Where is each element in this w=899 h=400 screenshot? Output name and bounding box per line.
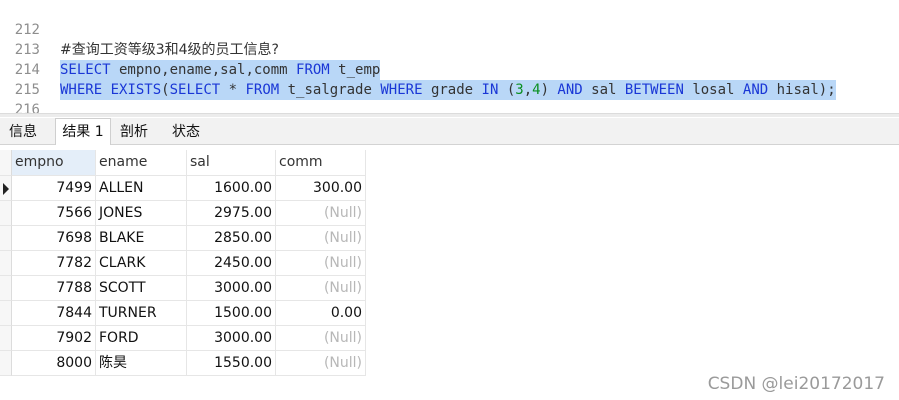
cell-sal[interactable]: 2850.00 [187,226,276,251]
cell-empno[interactable]: 7788 [12,276,96,301]
cell-ename[interactable]: SCOTT [96,276,187,301]
cell-ename[interactable]: JONES [96,201,187,226]
cell-ename[interactable]: BLAKE [96,226,187,251]
tab-status[interactable]: 状态 [163,120,209,145]
cell-comm[interactable]: 0.00 [276,301,366,326]
code-line-213[interactable]: 213 SELECT empno,ename,sal,comm FROM t_e… [0,20,899,80]
tab-profile[interactable]: 剖析 [111,120,157,145]
sql-editor[interactable]: 212 #查询工资等级3和4级的员工信息? 213 SELECT empno,e… [0,0,899,118]
cell-empno[interactable]: 7698 [12,226,96,251]
cell-comm[interactable]: (Null) [276,226,366,251]
result-tabbar: 信息 结果 1 剖析 状态 [0,118,899,145]
cell-empno[interactable]: 7902 [12,326,96,351]
row-selector[interactable] [0,176,12,201]
code-line-212[interactable]: 212 #查询工资等级3和4级的员工信息? [0,0,899,58]
cell-ename[interactable]: CLARK [96,251,187,276]
line-number: 216 [14,102,40,118]
cell-ename[interactable]: 陈昊 [96,351,187,376]
row-selector[interactable] [0,351,12,376]
cell-sal[interactable]: 3000.00 [187,326,276,351]
tab-result-1[interactable]: 结果 1 [55,118,111,145]
cell-ename[interactable]: FORD [96,326,187,351]
cell-comm[interactable]: (Null) [276,326,366,351]
cell-empno[interactable]: 7844 [12,301,96,326]
cell-sal[interactable]: 2450.00 [187,251,276,276]
cell-empno[interactable]: 7782 [12,251,96,276]
cell-sal[interactable]: 2975.00 [187,201,276,226]
cell-empno[interactable]: 7566 [12,201,96,226]
row-selector[interactable] [0,226,12,251]
row-selector[interactable] [0,276,12,301]
cell-comm[interactable]: (Null) [276,276,366,301]
editor-splitter[interactable] [0,113,899,117]
csdn-watermark: CSDN @lei20172017 [707,374,885,394]
code-line-214[interactable]: 214 WHERE EXISTS(SELECT * FROM t_salgrad… [0,40,899,100]
cell-sal[interactable]: 3000.00 [187,276,276,301]
cell-comm[interactable]: 300.00 [276,176,366,201]
grid-corner [0,150,12,176]
cell-comm[interactable]: (Null) [276,351,366,376]
cell-sal[interactable]: 1500.00 [187,301,276,326]
cell-ename[interactable]: TURNER [96,301,187,326]
column-header-empno[interactable]: empno [12,150,96,176]
cell-sal[interactable]: 1550.00 [187,351,276,376]
row-selector[interactable] [0,326,12,351]
code-line-215[interactable]: 215 [0,60,899,98]
column-header-ename[interactable]: ename [96,150,187,176]
cell-ename[interactable]: ALLEN [96,176,187,201]
column-header-comm[interactable]: comm [276,150,366,176]
column-header-sal[interactable]: sal [187,150,276,176]
current-row-arrow-icon [3,183,9,195]
cell-sal[interactable]: 1600.00 [187,176,276,201]
tab-info[interactable]: 信息 [0,120,46,145]
cell-comm[interactable]: (Null) [276,251,366,276]
row-selector[interactable] [0,301,12,326]
cell-comm[interactable]: (Null) [276,201,366,226]
cell-empno[interactable]: 7499 [12,176,96,201]
code-line-216[interactable]: 216 [0,80,899,118]
row-selector[interactable] [0,251,12,276]
row-selector[interactable] [0,201,12,226]
cell-empno[interactable]: 8000 [12,351,96,376]
